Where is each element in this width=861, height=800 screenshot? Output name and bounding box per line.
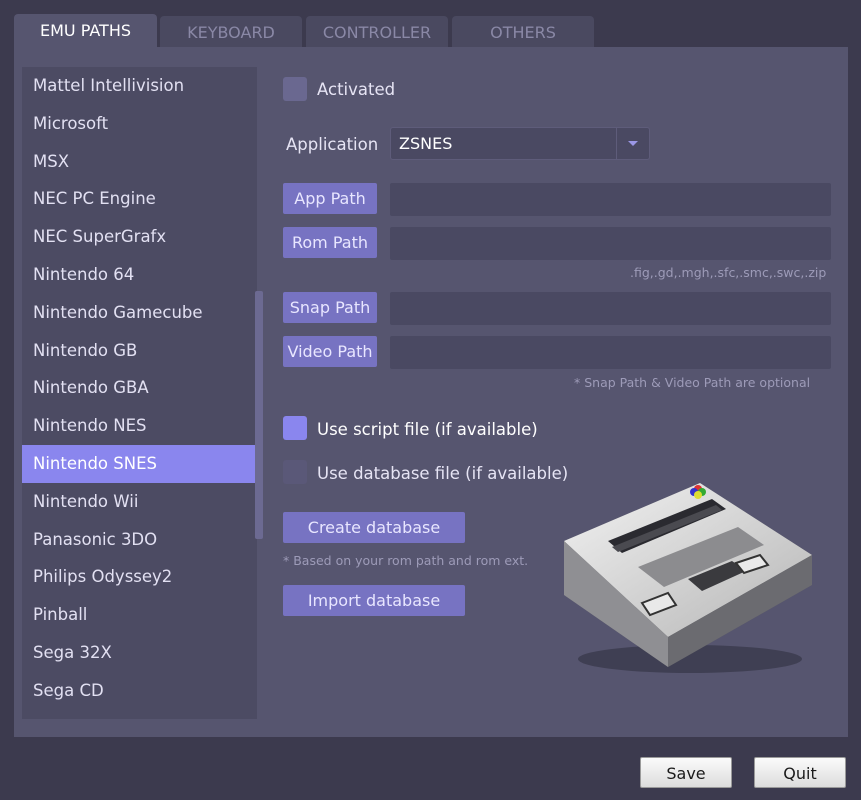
system-list[interactable]: Mattel Intellivision Microsoft MSX NEC P… (22, 67, 257, 719)
application-label: Application (286, 135, 379, 154)
list-item[interactable]: Microsoft (22, 105, 257, 143)
activated-checkbox[interactable] (283, 77, 307, 101)
app-path-button[interactable]: App Path (283, 183, 377, 214)
list-item[interactable]: Nintendo Gamecube (22, 294, 257, 332)
list-item[interactable]: Sega 32X (22, 634, 257, 672)
list-item[interactable]: Nintendo GBA (22, 369, 257, 407)
video-path-button[interactable]: Video Path (283, 336, 377, 367)
list-item[interactable]: NEC PC Engine (22, 180, 257, 218)
emu-paths-panel: Mattel Intellivision Microsoft MSX NEC P… (14, 47, 848, 737)
list-item[interactable]: Nintendo NES (22, 407, 257, 445)
tab-controller[interactable]: CONTROLLER (306, 16, 448, 48)
snap-path-input[interactable] (390, 292, 831, 325)
dropdown-button[interactable] (616, 128, 649, 159)
list-item[interactable]: Philips Odyssey2 (22, 558, 257, 596)
quit-button[interactable]: Quit (754, 757, 846, 788)
application-value: ZSNES (399, 134, 453, 153)
tab-emu-paths[interactable]: EMU PATHS (14, 14, 157, 48)
list-item[interactable]: Mattel Intellivision (22, 67, 257, 105)
application-select[interactable]: ZSNES (390, 127, 650, 160)
create-database-button[interactable]: Create database (283, 512, 465, 543)
database-file-label: Use database file (if available) (317, 464, 569, 483)
list-item[interactable]: Sega CD (22, 672, 257, 710)
list-item[interactable]: Nintendo Wii (22, 483, 257, 521)
app-path-input[interactable] (390, 183, 831, 216)
list-item[interactable]: Nintendo 64 (22, 256, 257, 294)
create-database-hint: * Based on your rom path and rom ext. (283, 553, 529, 568)
import-database-button[interactable]: Import database (283, 585, 465, 616)
script-file-checkbox[interactable] (283, 416, 307, 440)
list-item[interactable]: Pinball (22, 596, 257, 634)
save-button[interactable]: Save (640, 757, 732, 788)
rom-path-input[interactable] (390, 227, 831, 260)
snap-path-button[interactable]: Snap Path (283, 292, 377, 323)
snes-console-icon (564, 483, 812, 673)
tab-keyboard[interactable]: KEYBOARD (160, 16, 302, 48)
activated-label: Activated (317, 80, 396, 99)
chevron-down-icon (628, 141, 638, 146)
script-file-label: Use script file (if available) (317, 420, 538, 439)
database-file-checkbox[interactable] (283, 460, 307, 484)
list-item-selected[interactable]: Nintendo SNES (22, 444, 257, 483)
list-item[interactable]: MSX (22, 143, 257, 181)
list-item[interactable]: NEC SuperGrafx (22, 218, 257, 256)
optional-paths-hint: * Snap Path & Video Path are optional (574, 375, 811, 390)
video-path-input[interactable] (390, 336, 831, 369)
list-scrollbar[interactable] (255, 291, 263, 539)
list-item[interactable]: Panasonic 3DO (22, 521, 257, 559)
list-item[interactable]: Nintendo GB (22, 332, 257, 370)
rom-extensions-hint: .fig,.gd,.mgh,.sfc,.smc,.swc,.zip (630, 265, 827, 280)
tab-others[interactable]: OTHERS (452, 16, 594, 48)
rom-path-button[interactable]: Rom Path (283, 227, 377, 258)
